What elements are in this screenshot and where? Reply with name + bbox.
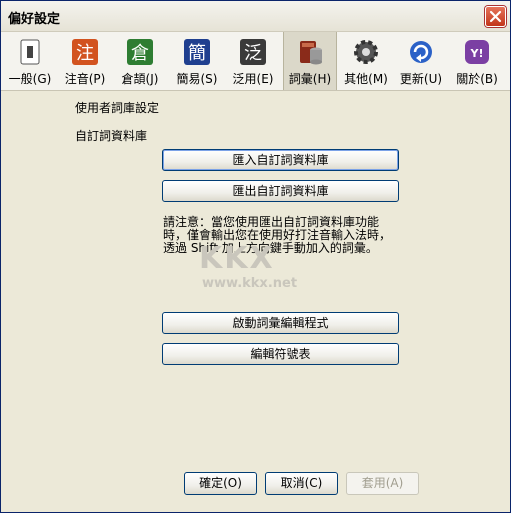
generic-icon: 泛 xyxy=(240,39,266,65)
update-icon xyxy=(410,41,432,63)
section-subtitle: 自訂詞資料庫 xyxy=(75,129,148,143)
zhuyin-icon: 注 xyxy=(72,39,98,65)
tab-phrases[interactable]: 詞彙(H) xyxy=(283,32,337,90)
gear-icon xyxy=(354,40,378,64)
preferences-toolbar: 一般(G) 注 注音(P) 倉 倉頡(J) 簡 簡易(S) 泛 泛用(E) 詞彙… xyxy=(1,32,510,91)
generic-glyph: 泛 xyxy=(244,43,262,64)
cangjie-glyph: 倉 xyxy=(131,43,149,64)
edit-symbol-table-button[interactable]: 編輯符號表 xyxy=(162,343,399,365)
close-button[interactable] xyxy=(485,6,506,27)
export-database-button[interactable]: 匯出自訂詞資料庫 xyxy=(162,180,399,202)
tab-generic[interactable]: 泛 泛用(E) xyxy=(227,32,279,90)
phrases-panel: 使用者詞庫設定 自訂詞資料庫 匯入自訂詞資料庫 匯出自訂詞資料庫 請注意：當您使… xyxy=(1,91,510,512)
tab-phrases-label: 詞彙(H) xyxy=(288,72,332,86)
simplex-icon: 簡 xyxy=(184,39,210,65)
cancel-button[interactable]: 取消(C) xyxy=(265,472,338,495)
import-database-button[interactable]: 匯入自訂詞資料庫 xyxy=(162,149,399,171)
phrase-db-icon xyxy=(300,41,322,65)
export-note: 請注意：當您使用匯出自訂詞資料庫功能 時，僅會輸出您在使用好打注音輸入法時， 透… xyxy=(163,216,398,255)
apply-button[interactable]: 套用(A) xyxy=(346,472,419,495)
tab-general-label: 一般(G) xyxy=(8,72,52,86)
tab-generic-label: 泛用(E) xyxy=(232,72,274,86)
section-title: 使用者詞庫設定 xyxy=(75,101,160,115)
tab-about-label: 關於(B) xyxy=(456,72,498,86)
tab-simplex-label: 簡易(S) xyxy=(176,72,218,86)
note-line: 透過 Shift 加上方向鍵手動加入的詞彙。 xyxy=(163,241,378,255)
cangjie-icon: 倉 xyxy=(127,39,153,65)
tab-about[interactable]: Y! 關於(B) xyxy=(451,32,503,90)
tab-other[interactable]: 其他(M) xyxy=(340,32,392,90)
watermark-url: www.kkx.net xyxy=(202,276,298,291)
tab-zhuyin-label: 注音(P) xyxy=(64,72,106,86)
window-title: 偏好設定 xyxy=(8,12,61,27)
close-icon xyxy=(489,10,502,23)
tab-update-label: 更新(U) xyxy=(399,72,443,86)
tab-update[interactable]: 更新(U) xyxy=(395,32,447,90)
tab-other-label: 其他(M) xyxy=(344,72,388,86)
simplex-glyph: 簡 xyxy=(188,43,206,64)
zhuyin-glyph: 注 xyxy=(76,43,94,64)
ok-button[interactable]: 確定(O) xyxy=(184,472,257,495)
about-icon: Y! xyxy=(465,40,489,64)
title-bar[interactable]: 偏好設定 xyxy=(1,1,510,32)
tab-simplex[interactable]: 簡 簡易(S) xyxy=(171,32,223,90)
launch-phrase-editor-button[interactable]: 啟動詞彙編輯程式 xyxy=(162,312,399,334)
tab-cangjie[interactable]: 倉 倉頡(J) xyxy=(114,32,166,90)
tab-general[interactable]: 一般(G) xyxy=(4,32,56,90)
about-glyph: Y! xyxy=(470,47,484,60)
tab-zhuyin[interactable]: 注 注音(P) xyxy=(59,32,111,90)
preferences-window: 偏好設定 一般(G) 注 注音(P) 倉 倉頡(J) 簡 簡易(S) 泛 泛用(… xyxy=(0,0,511,513)
tab-cangjie-label: 倉頡(J) xyxy=(121,72,159,86)
general-icon xyxy=(20,39,40,65)
